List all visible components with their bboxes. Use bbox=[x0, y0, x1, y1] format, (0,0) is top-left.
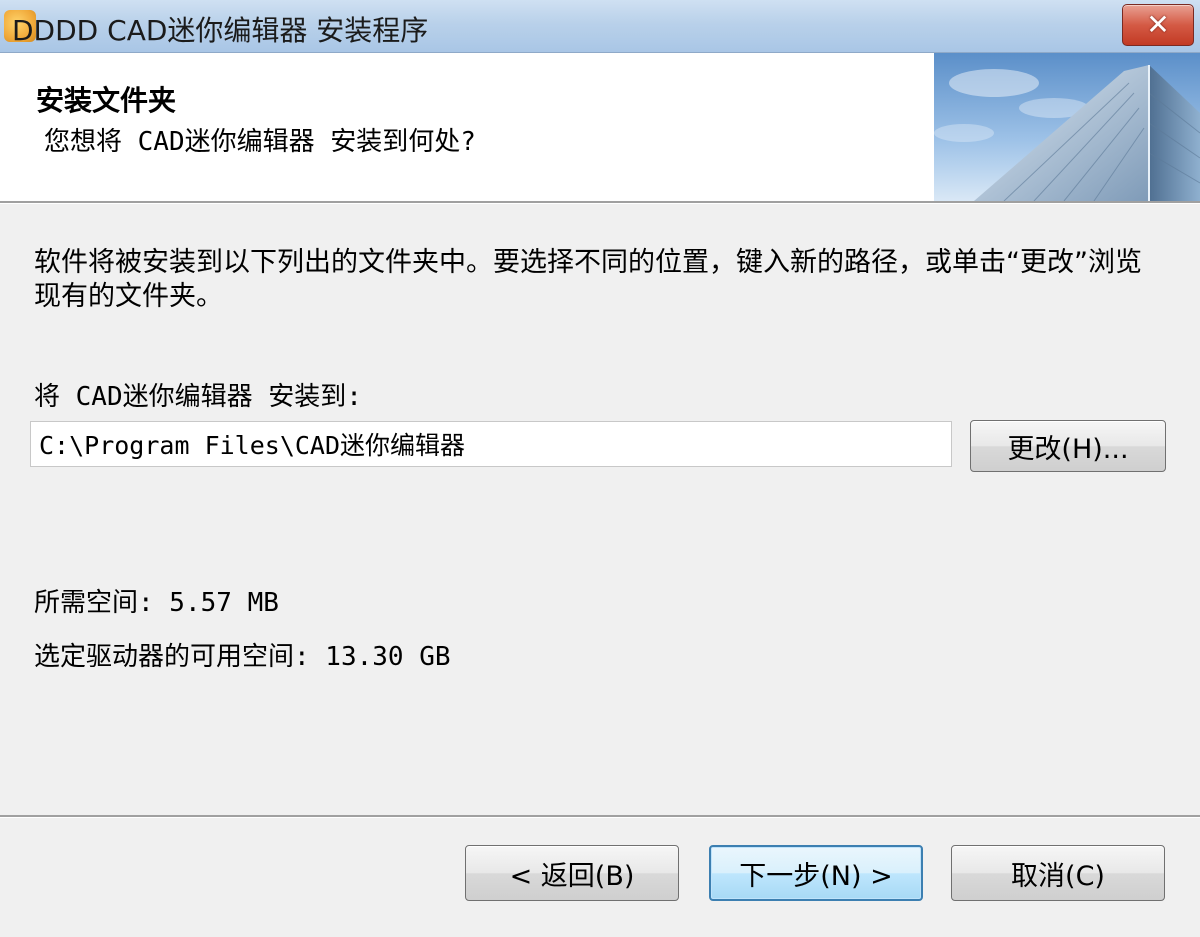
instructions-text: 软件将被安装到以下列出的文件夹中。要选择不同的位置，键入新的路径，或单击“更改”… bbox=[34, 247, 1142, 312]
title-bar[interactable]: DDDD CAD迷你编辑器 安装程序 ✕ bbox=[0, 0, 1200, 53]
change-button[interactable]: 更改(H)... bbox=[970, 420, 1166, 472]
close-button[interactable]: ✕ bbox=[1122, 4, 1194, 46]
cancel-button[interactable]: 取消(C) bbox=[951, 845, 1165, 901]
install-path-label: 将 CAD迷你编辑器 安装到: bbox=[34, 382, 362, 412]
window-title: DDDD CAD迷你编辑器 安装程序 bbox=[12, 14, 429, 47]
building-image bbox=[934, 53, 1200, 201]
header-banner: 安装文件夹 您想将 CAD迷你编辑器 安装到何处? bbox=[0, 53, 1200, 201]
page-subtitle: 您想将 CAD迷你编辑器 安装到何处? bbox=[44, 127, 476, 157]
space-available-text: 选定驱动器的可用空间: 13.30 GB bbox=[34, 642, 451, 672]
page-title: 安装文件夹 bbox=[36, 84, 177, 117]
back-button[interactable]: < 返回(B) bbox=[465, 845, 679, 901]
header-divider bbox=[0, 201, 1200, 204]
space-required-text: 所需空间: 5.57 MB bbox=[34, 588, 279, 618]
install-path-input[interactable] bbox=[30, 421, 952, 467]
close-icon: ✕ bbox=[1146, 8, 1170, 41]
installer-window: DDDD CAD迷你编辑器 安装程序 ✕ 安装文件夹 您想将 CAD迷你编辑器 … bbox=[0, 0, 1200, 937]
footer-divider bbox=[0, 815, 1200, 818]
next-button[interactable]: 下一步(N) > bbox=[709, 845, 923, 901]
